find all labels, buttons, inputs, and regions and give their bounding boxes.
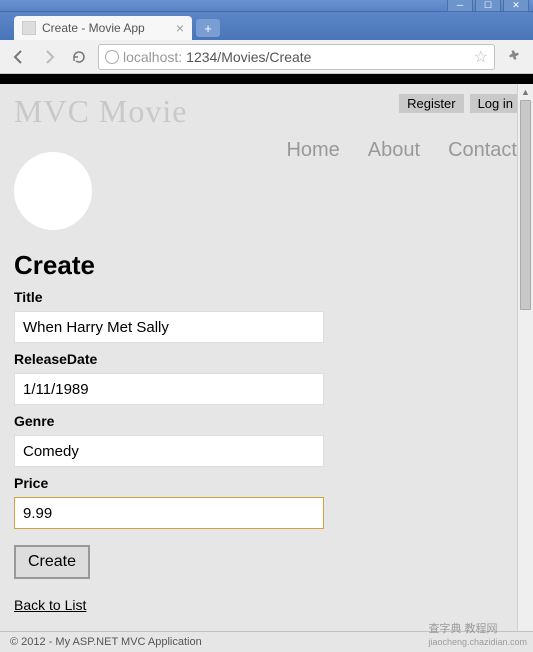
arrow-left-icon (11, 49, 27, 65)
tab-title: Create - Movie App (42, 21, 145, 35)
price-input[interactable] (14, 497, 324, 529)
settings-wrench-icon[interactable] (503, 46, 525, 68)
arrow-right-icon (41, 49, 57, 65)
page-footer: © 2012 - My ASP.NET MVC Application 查字典 … (0, 631, 533, 652)
address-bar[interactable]: localhost:1234/Movies/Create ☆ (98, 44, 495, 70)
releasedate-label: ReleaseDate (14, 351, 521, 367)
url-path: 1234/Movies/Create (186, 49, 311, 65)
copyright-text: © 2012 - My ASP.NET MVC Application (10, 636, 202, 648)
hero-circle (14, 152, 92, 230)
maximize-button[interactable]: ☐ (475, 0, 501, 12)
genre-input[interactable] (14, 435, 324, 467)
price-label: Price (14, 475, 521, 491)
nav-about[interactable]: About (368, 139, 420, 162)
reload-icon (71, 49, 87, 65)
login-link[interactable]: Log in (470, 94, 521, 113)
back-to-list-link[interactable]: Back to List (14, 597, 86, 613)
page-favicon (22, 21, 36, 35)
globe-icon (105, 50, 119, 64)
main-nav: Home About Contact (14, 139, 521, 162)
new-tab-button[interactable]: + (196, 19, 220, 37)
title-input[interactable] (14, 311, 324, 343)
browser-tab[interactable]: Create - Movie App × (14, 16, 192, 40)
top-black-bar (0, 74, 533, 84)
title-label: Title (14, 289, 521, 305)
back-button[interactable] (8, 46, 30, 68)
forward-button[interactable] (38, 46, 60, 68)
page-heading: Create (14, 250, 521, 281)
nav-home[interactable]: Home (286, 139, 339, 162)
site-brand[interactable]: MVC Movie (14, 94, 399, 129)
close-tab-icon[interactable]: × (176, 21, 184, 35)
url-host: localhost: (123, 49, 182, 65)
close-window-button[interactable]: ✕ (503, 0, 529, 12)
watermark: 查字典 教程网 jiaocheng.chazidian.com (428, 620, 527, 648)
scroll-up-arrow-icon[interactable]: ▲ (518, 84, 533, 100)
create-button[interactable]: Create (14, 545, 90, 579)
bookmark-star-icon[interactable]: ☆ (474, 47, 488, 67)
genre-label: Genre (14, 413, 521, 429)
releasedate-input[interactable] (14, 373, 324, 405)
minimize-button[interactable]: ─ (447, 0, 473, 12)
nav-contact[interactable]: Contact (448, 139, 517, 162)
reload-button[interactable] (68, 46, 90, 68)
register-link[interactable]: Register (399, 94, 463, 113)
browser-toolbar: localhost:1234/Movies/Create ☆ (0, 40, 533, 74)
vertical-scrollbar[interactable]: ▲ ▼ (517, 84, 533, 652)
tab-strip: Create - Movie App × + (0, 12, 533, 40)
scroll-thumb[interactable] (520, 100, 531, 310)
window-titlebar: ─ ☐ ✕ (0, 0, 533, 12)
